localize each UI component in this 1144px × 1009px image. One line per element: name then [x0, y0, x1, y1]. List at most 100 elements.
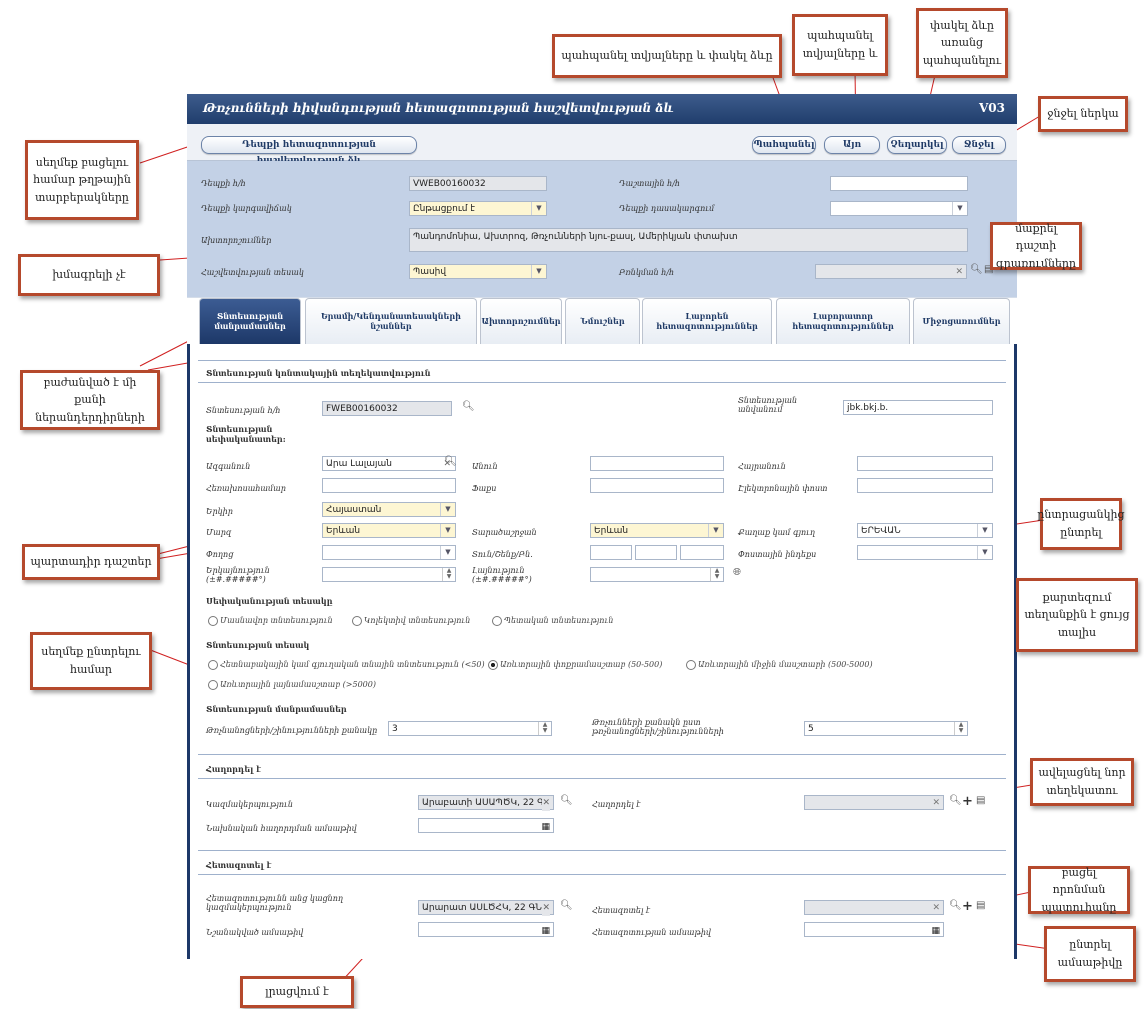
- field-no-input[interactable]: [830, 176, 968, 191]
- save-close-button[interactable]: Պահպանել: [752, 136, 816, 154]
- divider: [198, 382, 1006, 383]
- fax-input[interactable]: [590, 478, 724, 493]
- country-label: Երկիր: [206, 507, 233, 516]
- radio-state[interactable]: Պետական տնտեսություն: [492, 616, 613, 626]
- farm-name-input[interactable]: jbk.bkj.b.: [843, 400, 993, 415]
- stepper-icon[interactable]: ▲ ▼: [710, 568, 723, 581]
- chevron-down-icon[interactable]: ▼: [952, 202, 967, 215]
- tab-bar: Տնտեսության մանրամասներ Երամի/Կենդանատես…: [187, 298, 1017, 348]
- case-class-select[interactable]: ▼: [830, 201, 968, 216]
- radio-small[interactable]: Առևտրային փոքրամասշտաբ (50-500): [488, 660, 662, 670]
- calendar-icon[interactable]: ▦: [541, 924, 550, 939]
- investigated-by-field[interactable]: ✕: [804, 900, 944, 915]
- building-input[interactable]: [635, 545, 677, 560]
- apartment-input[interactable]: [680, 545, 724, 560]
- chevron-down-icon[interactable]: ▼: [977, 524, 992, 537]
- chevron-down-icon[interactable]: ▼: [708, 524, 723, 537]
- delete-button[interactable]: Ջնջել: [952, 136, 1006, 154]
- tab-lab-tests[interactable]: Լաբորատոր հետազոտություններ: [776, 298, 910, 344]
- fax-label: Ֆաքս: [472, 484, 497, 493]
- houses-value: 3: [392, 724, 398, 734]
- session-label: Բռնկման հ/հ: [619, 268, 675, 277]
- radio-backyard[interactable]: Հետնաբակային կամ գյուղական տնային տնտեսո…: [208, 660, 485, 670]
- add-icon[interactable]: +: [962, 795, 973, 808]
- save-button[interactable]: Այո: [824, 136, 880, 154]
- radio-collective[interactable]: Կոլեկտիվ տնտեսություն: [352, 616, 470, 626]
- callout-close-nosave: փակել ձևը առանց պահպանելու: [916, 8, 1008, 78]
- latitude-input[interactable]: ▲ ▼: [590, 567, 724, 582]
- notified-org-field[interactable]: Արաբատի ԱՍԱՊԾԿ, 22 Գ ✕: [418, 795, 554, 811]
- divider: [198, 360, 1006, 361]
- tab-farm-details[interactable]: Տնտեսության մանրամասներ: [199, 298, 301, 344]
- callout-filled: լրացվում է: [240, 976, 354, 1008]
- phone-input[interactable]: [322, 478, 456, 493]
- session-field[interactable]: ✕: [815, 264, 967, 279]
- report-type-label: Հաշվետվության տեսակ: [201, 268, 304, 277]
- document-icon[interactable]: ▤: [976, 796, 985, 806]
- district-select[interactable]: Երևան ▼: [590, 523, 724, 538]
- chevron-down-icon[interactable]: ▼: [440, 524, 455, 537]
- tab-actions[interactable]: Միջոցառումներ: [913, 298, 1010, 344]
- chevron-down-icon[interactable]: ▼: [440, 503, 455, 516]
- tab-diagnosis[interactable]: Ախտորոշումներ: [480, 298, 562, 344]
- search-icon[interactable]: 🔍︎: [462, 402, 475, 412]
- region-select[interactable]: Երևան ▼: [322, 523, 456, 538]
- calendar-icon[interactable]: ▦: [931, 924, 940, 939]
- farm-id-label: Տնտեսության հ/հ: [206, 406, 281, 415]
- investigated-org-field[interactable]: Արարատ ԱՍԼԾՀԿ, 22 ԳՆ ✕: [418, 900, 554, 916]
- tab-field-tests[interactable]: Լաբորեն հետազոտություններ: [642, 298, 772, 344]
- clear-icon[interactable]: ✕: [542, 901, 550, 916]
- report-type-select[interactable]: Պասիվ ▼: [409, 264, 547, 279]
- stepper-icon[interactable]: ▲ ▼: [442, 568, 455, 581]
- search-icon[interactable]: 🔍︎: [560, 796, 573, 806]
- country-select[interactable]: Հայաստան ▼: [322, 502, 456, 517]
- last-name-input[interactable]: Արա Լալայան ✕: [322, 456, 456, 471]
- house-label: Տուն/Շենք/Բն.: [472, 550, 533, 559]
- chevron-down-icon[interactable]: ▼: [440, 546, 455, 559]
- callout-save-close: պահպանել տվյալները և փակել ձևը: [552, 34, 782, 78]
- street-select[interactable]: ▼: [322, 545, 456, 560]
- search-icon[interactable]: 🔍︎: [949, 796, 962, 806]
- chevron-down-icon[interactable]: ▼: [977, 546, 992, 559]
- first-name-input[interactable]: [590, 456, 724, 471]
- assigned-date-input[interactable]: ▦: [418, 922, 554, 937]
- tab-clinical-signs[interactable]: Երամի/Կենդանատեսակների նշաններ: [305, 298, 477, 344]
- clear-icon[interactable]: ✕: [932, 901, 940, 916]
- globe-icon[interactable]: 🌐︎: [733, 568, 741, 578]
- document-icon[interactable]: ▤: [976, 901, 985, 911]
- chevron-down-icon[interactable]: ▼: [531, 202, 546, 215]
- email-input[interactable]: [857, 478, 993, 493]
- notify-date-input[interactable]: ▦: [418, 818, 554, 833]
- clear-icon[interactable]: ✕: [955, 265, 963, 280]
- search-icon[interactable]: 🔍︎: [560, 901, 573, 911]
- details-title: Տնտեսության մանրամասներ: [206, 704, 347, 714]
- middle-name-input[interactable]: [857, 456, 993, 471]
- calendar-icon[interactable]: ▦: [541, 820, 550, 835]
- house-input[interactable]: [590, 545, 632, 560]
- email-label: Էլեկտրոնային փոստ: [738, 484, 828, 493]
- investigation-date-input[interactable]: ▦: [804, 922, 944, 937]
- report-form-button[interactable]: Դեպքի հետազոտության հաշվետվության ձև: [201, 136, 417, 166]
- birds-stepper[interactable]: 5 ▲ ▼: [804, 721, 968, 736]
- radio-large[interactable]: Առևտրային լայնամասշտաբ (>5000): [208, 680, 376, 690]
- houses-stepper[interactable]: 3 ▲ ▼: [388, 721, 552, 736]
- case-status-select[interactable]: Ընթացքում է ▼: [409, 201, 547, 216]
- cancel-button[interactable]: Չեղարկել: [887, 136, 947, 154]
- notified-by-field[interactable]: ✕: [804, 795, 944, 810]
- add-icon[interactable]: +: [962, 900, 973, 913]
- search-icon[interactable]: 🔍︎: [949, 901, 962, 911]
- city-select[interactable]: ԵՐԵՎԱՆ ▼: [857, 523, 993, 538]
- tab-samples[interactable]: Նմուշներ: [565, 298, 640, 344]
- radio-medium[interactable]: Առևտրային միջին մասշտաբի (500-5000): [686, 660, 873, 670]
- postal-select[interactable]: ▼: [857, 545, 993, 560]
- radio-private[interactable]: Մասնավոր տնտեսություն: [208, 616, 333, 626]
- notified-org-value: Արաբատի ԱՍԱՊԾԿ, 22 Գ: [422, 798, 544, 808]
- search-icon[interactable]: 🔍︎: [444, 457, 457, 467]
- longitude-input[interactable]: ▲ ▼: [322, 567, 456, 582]
- stepper-icon[interactable]: ▲ ▼: [538, 722, 551, 735]
- stepper-icon[interactable]: ▲ ▼: [954, 722, 967, 735]
- clear-icon[interactable]: ✕: [542, 796, 550, 811]
- search-icon[interactable]: 🔍︎: [970, 265, 983, 275]
- clear-icon[interactable]: ✕: [932, 796, 940, 811]
- chevron-down-icon[interactable]: ▼: [531, 265, 546, 278]
